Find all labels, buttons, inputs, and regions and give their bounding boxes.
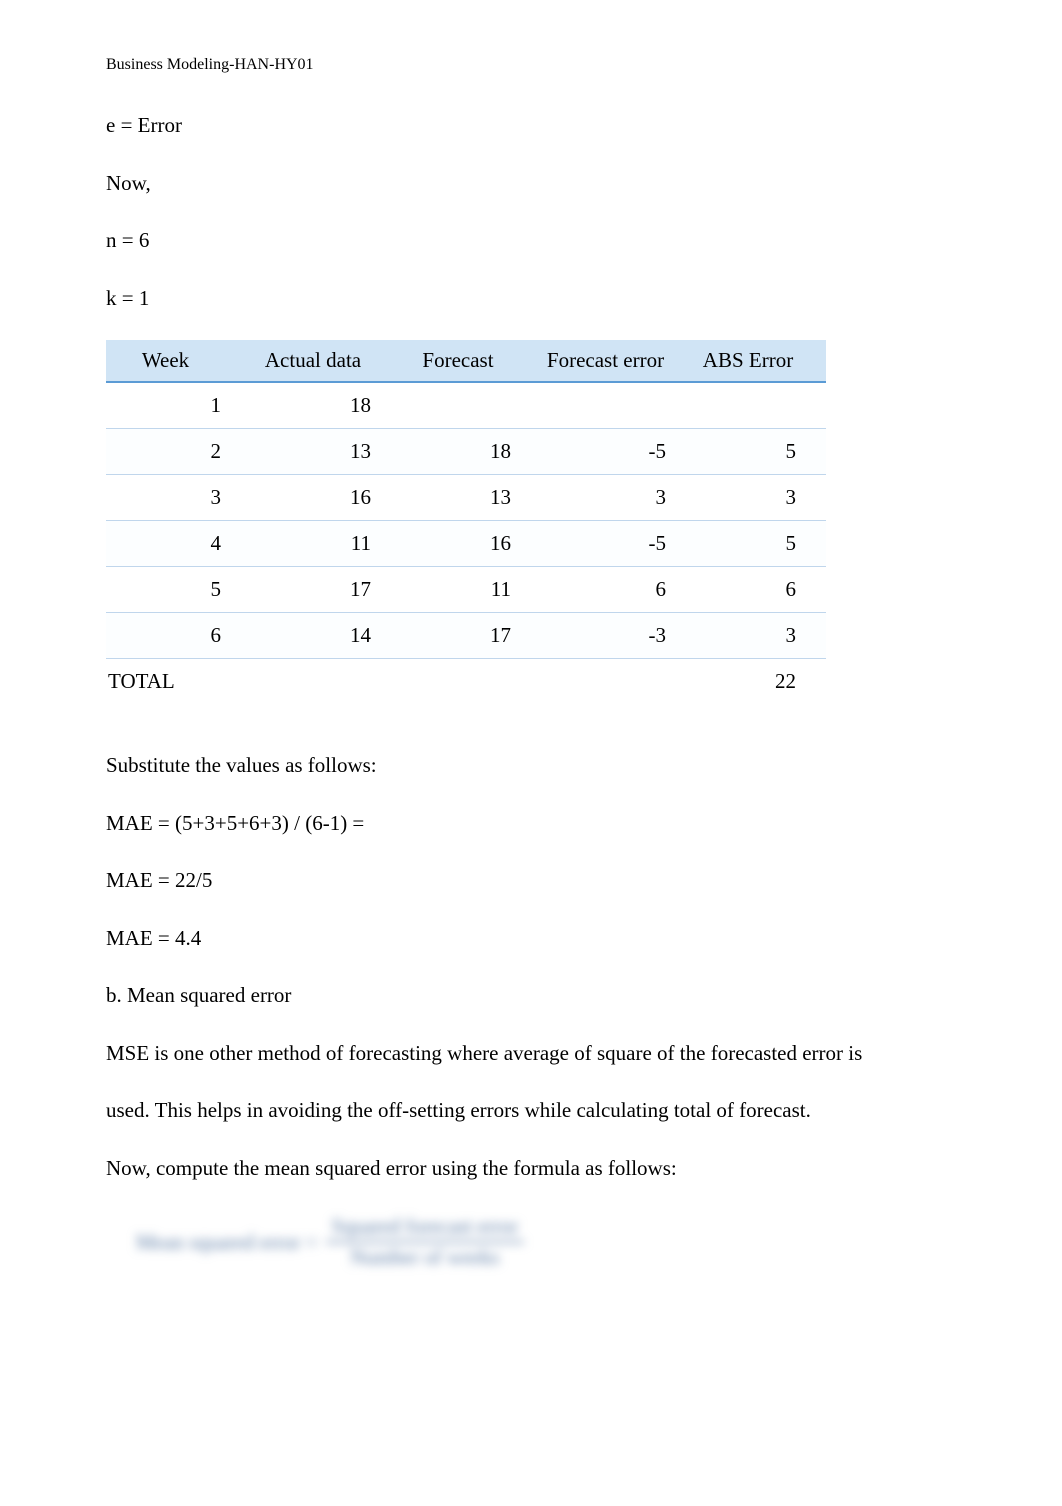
cell-forecast: 13 [401, 475, 541, 521]
cell-forecast: 17 [401, 613, 541, 659]
total-empty [251, 659, 401, 705]
cell-ferror: 6 [541, 567, 696, 613]
table-total-row: TOTAL 22 [106, 659, 826, 705]
text-n-eq: n = 6 [106, 225, 956, 257]
header-actual: Actual data [251, 340, 401, 382]
cell-week: 6 [106, 613, 251, 659]
cell-ferror [541, 382, 696, 429]
cell-actual: 18 [251, 382, 401, 429]
page-header: Business Modeling-HAN-HY01 [106, 56, 956, 74]
text-mse-desc2: used. This helps in avoiding the off-set… [106, 1095, 956, 1127]
total-value: 22 [696, 659, 826, 705]
cell-week: 3 [106, 475, 251, 521]
header-abs-error: ABS Error [696, 340, 826, 382]
cell-actual: 14 [251, 613, 401, 659]
cell-forecast: 16 [401, 521, 541, 567]
header-forecast-error: Forecast error [541, 340, 696, 382]
cell-ferror: -3 [541, 613, 696, 659]
text-now: Now, [106, 168, 956, 200]
table-row: 2 13 18 -5 5 [106, 429, 826, 475]
text-mae-calc: MAE = (5+3+5+6+3) / (6-1) = [106, 808, 956, 840]
cell-actual: 11 [251, 521, 401, 567]
text-mae-result: MAE = 4.4 [106, 923, 956, 955]
header-week: Week [106, 340, 251, 382]
cell-abs: 3 [696, 613, 826, 659]
cell-actual: 16 [251, 475, 401, 521]
cell-abs: 5 [696, 429, 826, 475]
text-mse-desc1: MSE is one other method of forecasting w… [106, 1038, 956, 1070]
cell-abs: 5 [696, 521, 826, 567]
table-row: 4 11 16 -5 5 [106, 521, 826, 567]
cell-forecast [401, 382, 541, 429]
cell-week: 4 [106, 521, 251, 567]
cell-ferror: -5 [541, 429, 696, 475]
total-empty [401, 659, 541, 705]
total-empty [541, 659, 696, 705]
text-substitute: Substitute the values as follows: [106, 750, 956, 782]
cell-ferror: 3 [541, 475, 696, 521]
text-mse-compute: Now, compute the mean squared error usin… [106, 1153, 956, 1185]
text-e-error: e = Error [106, 110, 956, 142]
total-label: TOTAL [106, 659, 251, 705]
table-row: 3 16 13 3 3 [106, 475, 826, 521]
forecast-table-container: Week Actual data Forecast Forecast error… [106, 340, 956, 704]
table-row: 5 17 11 6 6 [106, 567, 826, 613]
table-row: 1 18 [106, 382, 826, 429]
cell-abs [696, 382, 826, 429]
cell-actual: 17 [251, 567, 401, 613]
blurred-left-text: Mean squared error = [136, 1230, 318, 1255]
cell-abs: 3 [696, 475, 826, 521]
cell-week: 1 [106, 382, 251, 429]
header-forecast: Forecast [401, 340, 541, 382]
section-b-heading: b. Mean squared error [106, 980, 956, 1012]
blurred-denominator: Number of weeks [326, 1243, 525, 1270]
text-k-eq: k = 1 [106, 283, 956, 315]
table-row: 6 14 17 -3 3 [106, 613, 826, 659]
blurred-numerator: Squared forecast error [326, 1214, 525, 1243]
cell-abs: 6 [696, 567, 826, 613]
blurred-fraction: Squared forecast error Number of weeks [326, 1214, 525, 1270]
cell-week: 5 [106, 567, 251, 613]
cell-forecast: 11 [401, 567, 541, 613]
blurred-formula: Mean squared error = Squared forecast er… [106, 1214, 956, 1270]
cell-week: 2 [106, 429, 251, 475]
forecast-table: Week Actual data Forecast Forecast error… [106, 340, 826, 704]
text-mae-frac: MAE = 22/5 [106, 865, 956, 897]
cell-actual: 13 [251, 429, 401, 475]
table-header-row: Week Actual data Forecast Forecast error… [106, 340, 826, 382]
cell-ferror: -5 [541, 521, 696, 567]
cell-forecast: 18 [401, 429, 541, 475]
